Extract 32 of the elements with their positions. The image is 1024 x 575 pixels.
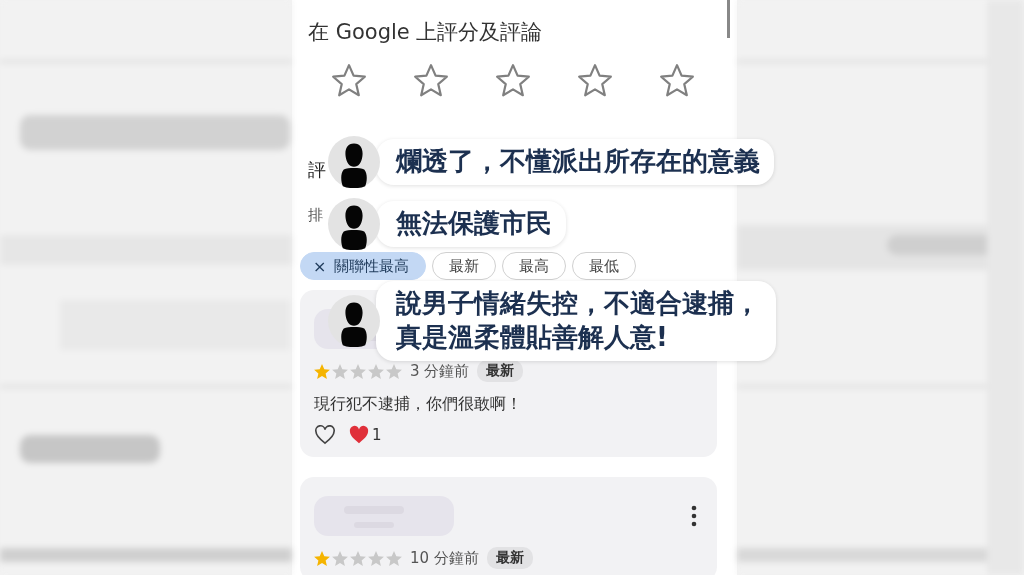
sort-label: 排 bbox=[308, 206, 323, 225]
rating-title: 在 Google 上評分及評論 bbox=[307, 19, 543, 46]
star-icon bbox=[314, 550, 330, 566]
star-icon bbox=[314, 363, 330, 379]
review-time: 10 分鐘前 bbox=[410, 548, 479, 568]
new-badge: 最新 bbox=[486, 547, 533, 569]
sort-chip[interactable]: 最高 bbox=[502, 252, 567, 280]
more-options-icon[interactable] bbox=[691, 505, 697, 527]
review-time: 3 分鐘前 bbox=[410, 361, 470, 381]
comment-bubble: 說男子情緒失控，不適合逮捕，真是溫柔體貼善解人意! bbox=[376, 281, 776, 361]
heart-icon bbox=[348, 425, 370, 445]
star-icon bbox=[350, 363, 366, 379]
star-icon bbox=[386, 363, 402, 379]
star-icon bbox=[332, 550, 348, 566]
sort-chip[interactable]: 最低 bbox=[572, 252, 637, 280]
comment-bubble: 無法保護市民 bbox=[376, 201, 566, 247]
avatar-icon bbox=[328, 198, 380, 250]
new-badge: 最新 bbox=[477, 360, 524, 382]
star-icon bbox=[386, 550, 402, 566]
section-heading: 評 bbox=[308, 158, 326, 182]
like-count: 1 bbox=[372, 426, 382, 444]
heart-icon[interactable] bbox=[314, 425, 336, 445]
star-icon bbox=[368, 363, 384, 379]
avatar-icon bbox=[328, 136, 380, 188]
avatar-icon bbox=[328, 294, 380, 347]
sort-chip[interactable]: × 關聯性最高 bbox=[300, 252, 427, 280]
star-icon bbox=[368, 550, 384, 566]
comment-bubble: 爛透了，不懂派出所存在的意義 bbox=[376, 139, 774, 185]
sort-chip[interactable]: 最新 bbox=[432, 252, 497, 280]
review-text: 現行犯不逮捕，你們很敢啊！ bbox=[314, 394, 523, 415]
star-icon bbox=[332, 363, 348, 379]
star-icon bbox=[350, 550, 366, 566]
